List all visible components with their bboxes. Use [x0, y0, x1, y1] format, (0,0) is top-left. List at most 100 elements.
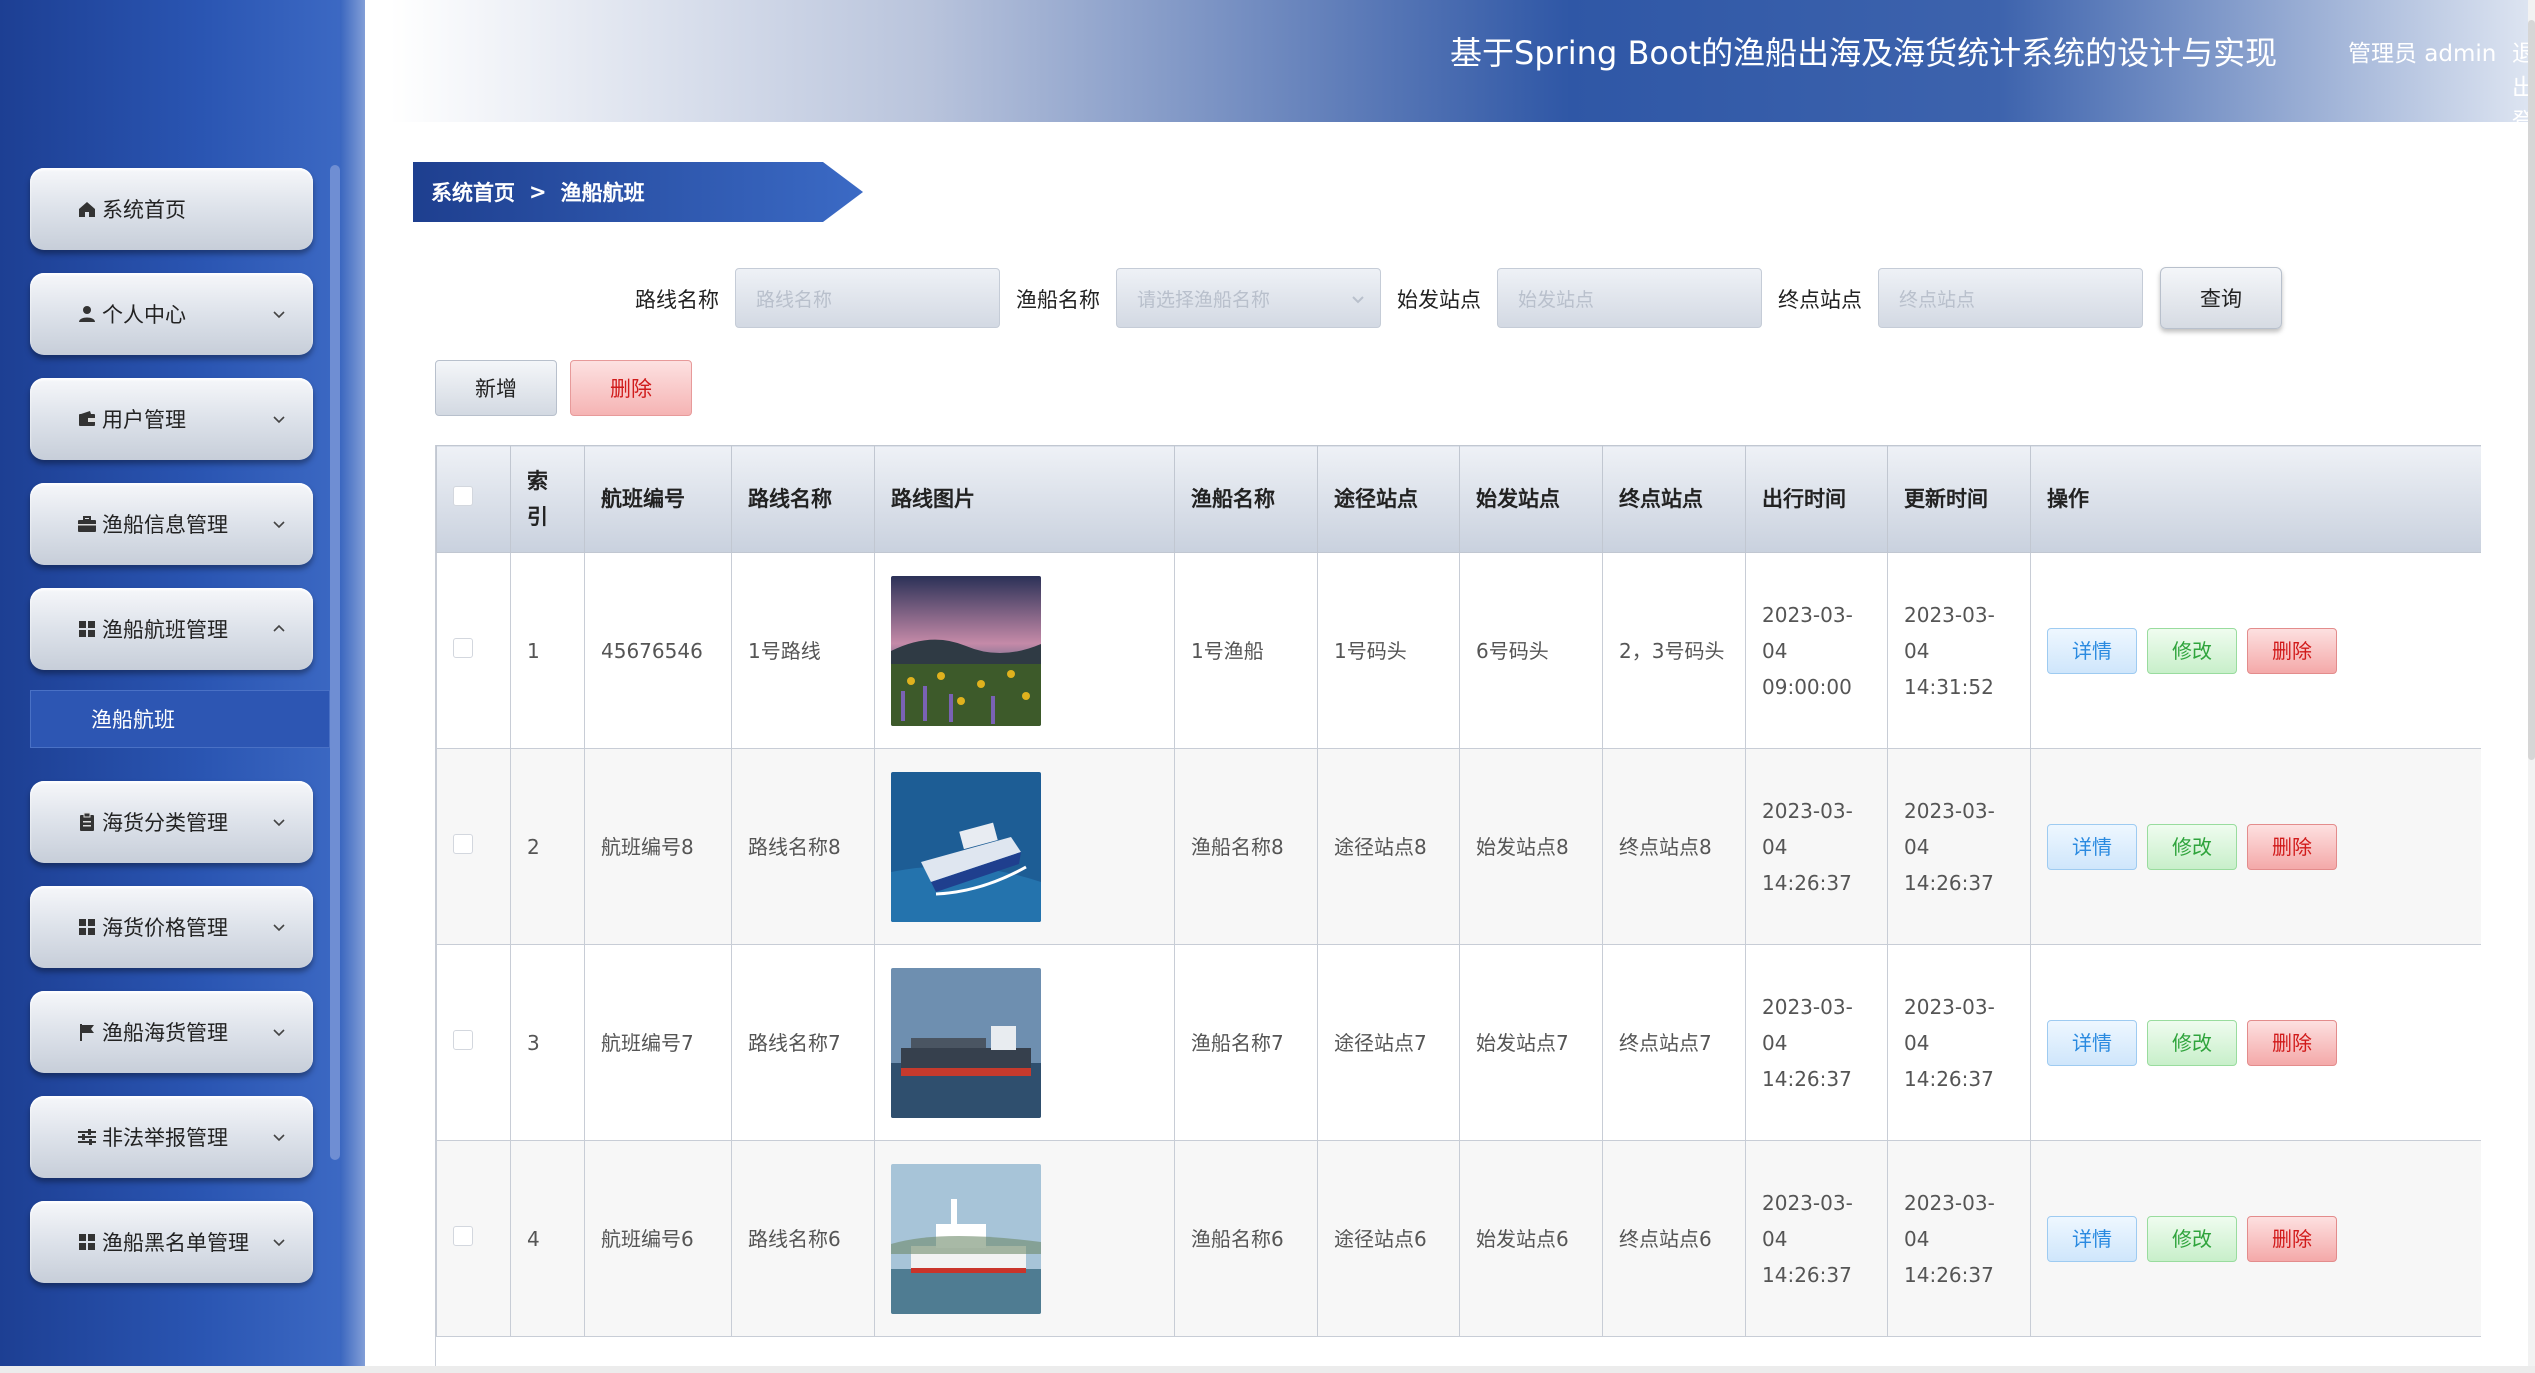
detail-button[interactable]: 详情 [2047, 1215, 2137, 1262]
delete-button[interactable]: 删除 [2247, 1215, 2337, 1262]
breadcrumb-home[interactable]: 系统首页 [431, 177, 515, 207]
chevron-down-icon [1352, 296, 1364, 304]
breadcrumb: 系统首页 > 渔船航班 [413, 162, 863, 222]
boat-name-select[interactable]: 请选择渔船名称 [1116, 268, 1381, 328]
chevron-down-icon [273, 924, 285, 932]
sidebar-item-0[interactable]: 系统首页 [30, 168, 313, 250]
row-select-cell[interactable] [436, 944, 511, 1141]
sidebar-item-label: 系统首页 [102, 198, 186, 222]
table-row: 3 航班编号7 路线名称7 渔船名称7 途径站点7 始发站点7 终点站点7 2023-03-0… [436, 944, 2481, 1141]
chevron-down-icon [273, 1134, 285, 1142]
delete-button[interactable]: 删除 [2247, 627, 2337, 674]
query-button[interactable]: 查询 [2160, 267, 2282, 329]
end-station-input[interactable]: 终点站点 [1878, 268, 2143, 328]
sidebar-item-6[interactable]: 海货价格管理 [30, 886, 313, 968]
detail-button[interactable]: 详情 [2047, 823, 2137, 870]
via-cell: 途径站点8 [1317, 748, 1460, 945]
route-image[interactable] [891, 771, 1041, 922]
sidebar-item-9[interactable]: 渔船黑名单管理 [30, 1201, 313, 1283]
boat-cell: 渔船名称7 [1174, 944, 1318, 1141]
select-all-header[interactable] [436, 445, 511, 553]
route-cell: 路线名称8 [731, 748, 875, 945]
end-cell: 2，3号码头 [1602, 552, 1746, 749]
detail-button[interactable]: 详情 [2047, 1019, 2137, 1066]
route-name-input[interactable]: 路线名称 [735, 268, 1000, 328]
sidebar-item-label: 渔船黑名单管理 [102, 1231, 249, 1255]
chevron-down-icon [273, 819, 285, 827]
breadcrumb-current: 渔船航班 [560, 181, 645, 205]
route-image-cell [874, 552, 1175, 749]
sidebar-scrollbar[interactable] [330, 165, 340, 1160]
start-station-placeholder: 始发站点 [1518, 288, 1595, 311]
row-checkbox[interactable] [453, 637, 473, 658]
clipboard-icon [80, 812, 94, 831]
grid-icon [79, 621, 95, 637]
flight-table: 索引 航班编号 路线名称 路线图片 渔船名称 途径站点 始发站点 终点站点 出行时间 更新时间 操作… [435, 445, 2481, 1373]
current-user: 管理员 admin [2348, 41, 2497, 67]
edit-button[interactable]: 修改 [2147, 627, 2237, 674]
row-select-cell[interactable] [436, 1140, 511, 1337]
route-image-cell [874, 944, 1175, 1141]
column-header: 路线图片 [874, 445, 1175, 553]
row-select-cell[interactable] [436, 552, 511, 749]
column-header: 出行时间 [1745, 445, 1888, 553]
update-time-cell: 2023-03-04 14:26:37 [1887, 1140, 2031, 1337]
route-image-cell [874, 748, 1175, 945]
column-header: 终点站点 [1602, 445, 1746, 553]
update-time-cell: 2023-03-04 14:26:37 [1887, 944, 2031, 1141]
edit-button[interactable]: 修改 [2147, 823, 2237, 870]
sidebar-item-8[interactable]: 非法举报管理 [30, 1096, 313, 1178]
delete-button[interactable]: 删除 [2247, 1019, 2337, 1066]
sidebar-item-1[interactable]: 个人中心 [30, 273, 313, 355]
route-image[interactable] [891, 967, 1041, 1118]
row-checkbox[interactable] [453, 1029, 473, 1050]
route-image[interactable] [891, 575, 1041, 726]
operations-cell: 详情 修改 删除 [2030, 944, 2481, 1141]
route-image[interactable] [891, 1163, 1041, 1314]
start-station-input[interactable]: 始发站点 [1497, 268, 1762, 328]
sidebar-item-2[interactable]: 用户管理 [30, 378, 313, 460]
update-time-cell: 2023-03-04 14:26:37 [1887, 748, 2031, 945]
add-button[interactable]: 新增 [435, 360, 557, 416]
start-cell: 始发站点8 [1459, 748, 1603, 945]
operations-cell: 详情 修改 删除 [2030, 748, 2481, 945]
page-title: 基于Spring Boot的渔船出海及海货统计系统的设计与实现 [1450, 34, 2278, 72]
depart-time-cell: 2023-03-04 14:26:37 [1745, 1140, 1888, 1337]
submenu-item-fishing-flight[interactable]: 渔船航班 [30, 690, 330, 748]
page-scrollbar[interactable] [2528, 20, 2535, 760]
flag-icon [80, 1024, 94, 1041]
row-checkbox[interactable] [453, 1225, 473, 1246]
start-station-label: 始发站点 [1397, 288, 1481, 312]
sidebar: 系统首页个人中心用户管理渔船信息管理 渔船航班管理 海货分类管理 海货价格管理 渔船海货… [0, 0, 365, 1373]
chevron-up-icon [273, 624, 285, 632]
sidebar-item-7[interactable]: 渔船海货管理 [30, 991, 313, 1073]
row-checkbox[interactable] [453, 833, 473, 854]
grid-icon [79, 1234, 95, 1250]
depart-time-cell: 2023-03-04 14:26:37 [1745, 748, 1888, 945]
column-header: 操作 [2030, 445, 2481, 553]
sidebar-item-5[interactable]: 海货分类管理 [30, 781, 313, 863]
table-row: 1 45676546 1号路线 1号渔船 1号码头 6号码头 2，3号码头 2023-03-0… [436, 552, 2481, 749]
batch-delete-button[interactable]: 删除 [570, 360, 692, 416]
route-cell: 路线名称7 [731, 944, 875, 1141]
end-station-placeholder: 终点站点 [1899, 288, 1976, 311]
sidebar-item-4[interactable]: 渔船航班管理 [30, 588, 313, 670]
depart-time-cell: 2023-03-04 09:00:00 [1745, 552, 1888, 749]
operations-cell: 详情 修改 删除 [2030, 1140, 2481, 1337]
flight-no-cell: 航班编号7 [584, 944, 732, 1141]
via-cell: 1号码头 [1317, 552, 1460, 749]
delete-button[interactable]: 删除 [2247, 823, 2337, 870]
detail-button[interactable]: 详情 [2047, 627, 2137, 674]
wallet-icon [79, 411, 95, 426]
via-cell: 途径站点6 [1317, 1140, 1460, 1337]
index-cell: 3 [510, 944, 585, 1141]
operations-cell: 详情 修改 删除 [2030, 552, 2481, 749]
sidebar-item-3[interactable]: 渔船信息管理 [30, 483, 313, 565]
end-cell: 终点站点6 [1602, 1140, 1746, 1337]
column-header: 航班编号 [584, 445, 732, 553]
edit-button[interactable]: 修改 [2147, 1019, 2237, 1066]
row-select-cell[interactable] [436, 748, 511, 945]
select-all-checkbox[interactable] [453, 486, 473, 506]
edit-button[interactable]: 修改 [2147, 1215, 2237, 1262]
flight-no-cell: 航班编号8 [584, 748, 732, 945]
